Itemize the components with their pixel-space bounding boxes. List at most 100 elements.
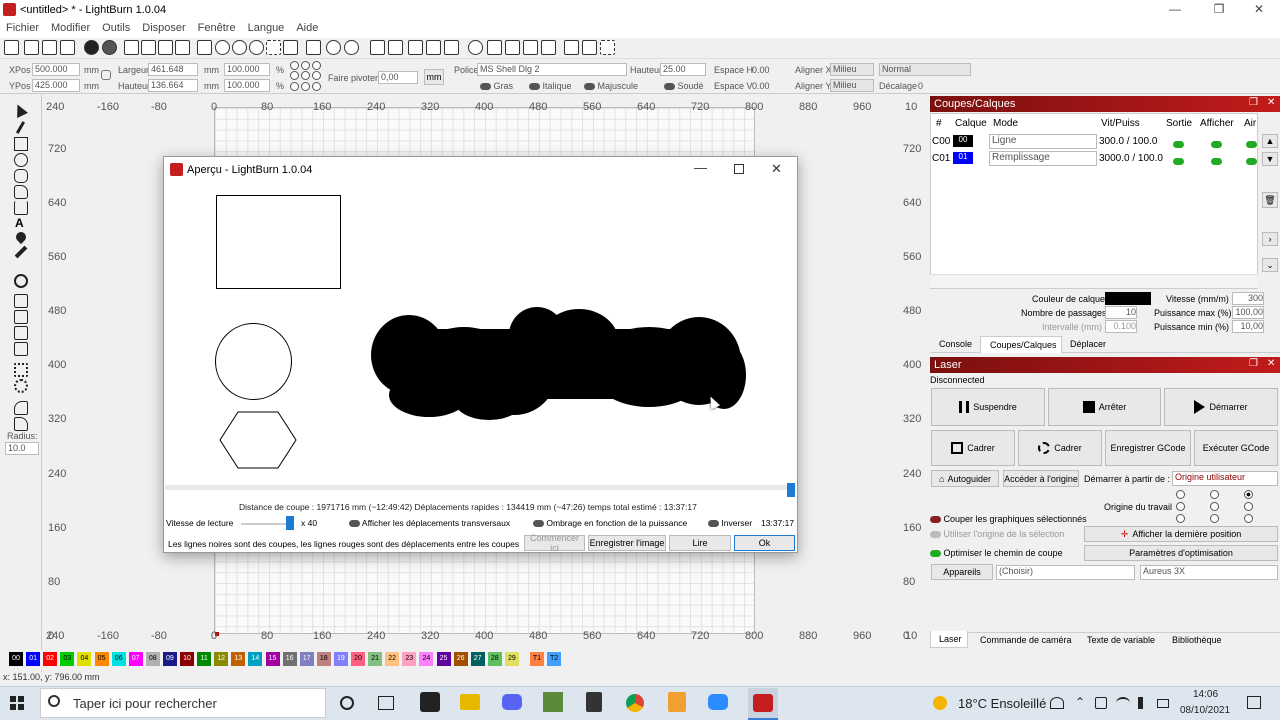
app-dark-icon[interactable]	[586, 692, 602, 712]
tab-cuts-layers[interactable]: Coupes/Calques	[980, 336, 1062, 353]
ok-button[interactable]: Ok	[734, 535, 795, 551]
palette-swatch-21[interactable]: 21	[368, 652, 383, 666]
font-select[interactable]: MS Shell Dlg 2	[477, 63, 627, 76]
layer-right-icon[interactable]: ›	[1262, 232, 1278, 246]
preview-hscroll[interactable]	[165, 485, 796, 490]
circular-array-icon[interactable]	[14, 379, 28, 393]
palette-swatch-08[interactable]: 08	[145, 652, 160, 666]
radius-input[interactable]: 10.0	[5, 442, 39, 455]
onedrive-icon[interactable]	[1095, 697, 1107, 709]
spacing-h-value[interactable]: 0.00	[752, 65, 770, 75]
palette-swatch-06[interactable]: 06	[111, 652, 126, 666]
run-gcode-button[interactable]: Exécuter GCode	[1194, 430, 1278, 466]
weather-text[interactable]: 18°C Ensoleillé	[958, 696, 1046, 711]
lock-icon[interactable]	[101, 70, 111, 80]
interval-input[interactable]: 0.100	[1105, 320, 1137, 333]
palette-swatch-01[interactable]: 01	[26, 652, 41, 666]
cut-selected-toggle[interactable]: Couper les graphiques sélectionnés	[930, 514, 1087, 524]
layer-down-icon[interactable]: ⌄	[1262, 258, 1278, 272]
file-explorer-icon[interactable]	[460, 694, 480, 710]
start-button[interactable]: Démarrer	[1164, 388, 1278, 426]
align-left-icon[interactable]	[487, 40, 502, 55]
ypos-input[interactable]: 425.000	[32, 79, 80, 92]
app-razer-icon[interactable]	[420, 692, 440, 712]
boolean-intersect-icon[interactable]	[14, 326, 28, 340]
layer-speed-input[interactable]: 300	[1232, 292, 1264, 305]
palette-swatch-03[interactable]: 03	[60, 652, 75, 666]
tab-console[interactable]: Console	[939, 339, 972, 349]
menu-arrange[interactable]: Disposer	[136, 20, 191, 34]
layer-show-toggle[interactable]	[1211, 155, 1222, 167]
zoom-in-icon[interactable]	[215, 40, 230, 55]
monitor-icon[interactable]	[306, 40, 321, 55]
dialog-close-icon[interactable]: ✕	[771, 161, 782, 177]
task-view-icon[interactable]	[378, 696, 394, 710]
optimize-toggle[interactable]: Optimiser le chemin de coupe	[930, 548, 1063, 558]
palette-swatch-09[interactable]: 09	[162, 652, 177, 666]
cortana-icon[interactable]	[340, 696, 354, 710]
palette-swatch-20[interactable]: 20	[351, 652, 365, 666]
grid-array-icon[interactable]	[14, 363, 28, 377]
palette-swatch-22[interactable]: 22	[385, 652, 400, 666]
layer-show-toggle[interactable]	[1211, 138, 1222, 150]
export-icon[interactable]	[102, 40, 117, 55]
palette-swatch-16[interactable]: 16	[282, 652, 297, 666]
menu-window[interactable]: Fenêtre	[192, 20, 242, 34]
stop-button[interactable]: Arrêter	[1048, 388, 1161, 426]
origin-radio[interactable]	[1244, 514, 1253, 523]
new-file-icon[interactable]	[4, 40, 19, 55]
layer-air-toggle[interactable]	[1246, 138, 1257, 150]
save-image-button[interactable]: Enregistrer l'image	[588, 535, 666, 551]
anchor-grid[interactable]	[290, 61, 326, 91]
distribute-vertical-icon[interactable]	[582, 40, 597, 55]
power-shading-toggle[interactable]: Ombrage en fonction de la puissance	[533, 518, 687, 528]
palette-swatch-04[interactable]: 04	[77, 652, 92, 666]
origin-radio[interactable]	[1176, 490, 1185, 499]
minimize-button[interactable]: —	[1160, 2, 1190, 18]
frame-round-button[interactable]: Cadrer	[1018, 430, 1102, 466]
clock-date[interactable]: 08/10/2021	[1180, 705, 1230, 716]
start-here-button[interactable]: Commencer ici	[524, 533, 585, 553]
ellipse-tool-icon[interactable]	[14, 153, 28, 167]
palette-swatch-24[interactable]: 24	[419, 652, 434, 666]
start-from-select[interactable]: Origine utilisateur	[1172, 471, 1278, 486]
palette-swatch-T2[interactable]: T2	[547, 652, 562, 666]
port-select[interactable]: (Choisir)	[996, 565, 1135, 580]
max-power-input[interactable]: 100,00	[1232, 306, 1264, 319]
bold-toggle[interactable]: Gras	[480, 81, 513, 91]
palette-swatch-14[interactable]: 14	[248, 652, 263, 666]
volume-icon[interactable]	[1138, 697, 1150, 709]
open-file-icon[interactable]	[24, 40, 39, 55]
panel-float-icon[interactable]: ❐	[1249, 97, 1258, 108]
width-input[interactable]: 461.648	[148, 63, 198, 76]
ungroup-icon[interactable]	[388, 40, 403, 55]
draw-lines-icon[interactable]	[14, 185, 28, 199]
use-selection-origin-toggle[interactable]: Utiliser l'origine de la sélection	[930, 529, 1064, 539]
panel-close-icon[interactable]: ✕	[1267, 97, 1275, 108]
palette-swatch-28[interactable]: 28	[487, 652, 502, 666]
menu-edit[interactable]: Modifier	[45, 20, 96, 34]
import-icon[interactable]	[84, 40, 99, 55]
polygon-tool-icon[interactable]	[14, 169, 28, 183]
pause-button[interactable]: Suspendre	[931, 388, 1045, 426]
discord-icon[interactable]	[502, 694, 522, 710]
chamfer-icon[interactable]	[14, 417, 28, 431]
clock-time[interactable]: 14:06	[1193, 689, 1218, 700]
camera-icon[interactable]	[283, 40, 298, 55]
weld-icon[interactable]	[14, 342, 28, 356]
palette-swatch-17[interactable]: 17	[299, 652, 314, 666]
xpos-input[interactable]: 500.000	[32, 63, 80, 76]
spacing-v-value[interactable]: 0.00	[752, 81, 770, 91]
text-height-input[interactable]: 25.00	[660, 63, 706, 76]
show-last-position-button[interactable]: ✛ Afficher la dernière position	[1084, 526, 1278, 542]
layer-output-toggle[interactable]	[1173, 155, 1184, 167]
play-button[interactable]: Lire	[669, 535, 731, 551]
menu-file[interactable]: Fichier	[0, 20, 45, 34]
caps-toggle[interactable]: Majuscule	[584, 81, 638, 91]
align-right-icon[interactable]	[505, 40, 520, 55]
palette-swatch-29[interactable]: 29	[504, 652, 519, 666]
keyboard-icon[interactable]	[1157, 699, 1169, 708]
save-gcode-button[interactable]: Enregistrer GCode	[1105, 430, 1191, 466]
origin-radio[interactable]	[1176, 514, 1185, 523]
dialog-maximize-icon[interactable]	[734, 164, 744, 174]
